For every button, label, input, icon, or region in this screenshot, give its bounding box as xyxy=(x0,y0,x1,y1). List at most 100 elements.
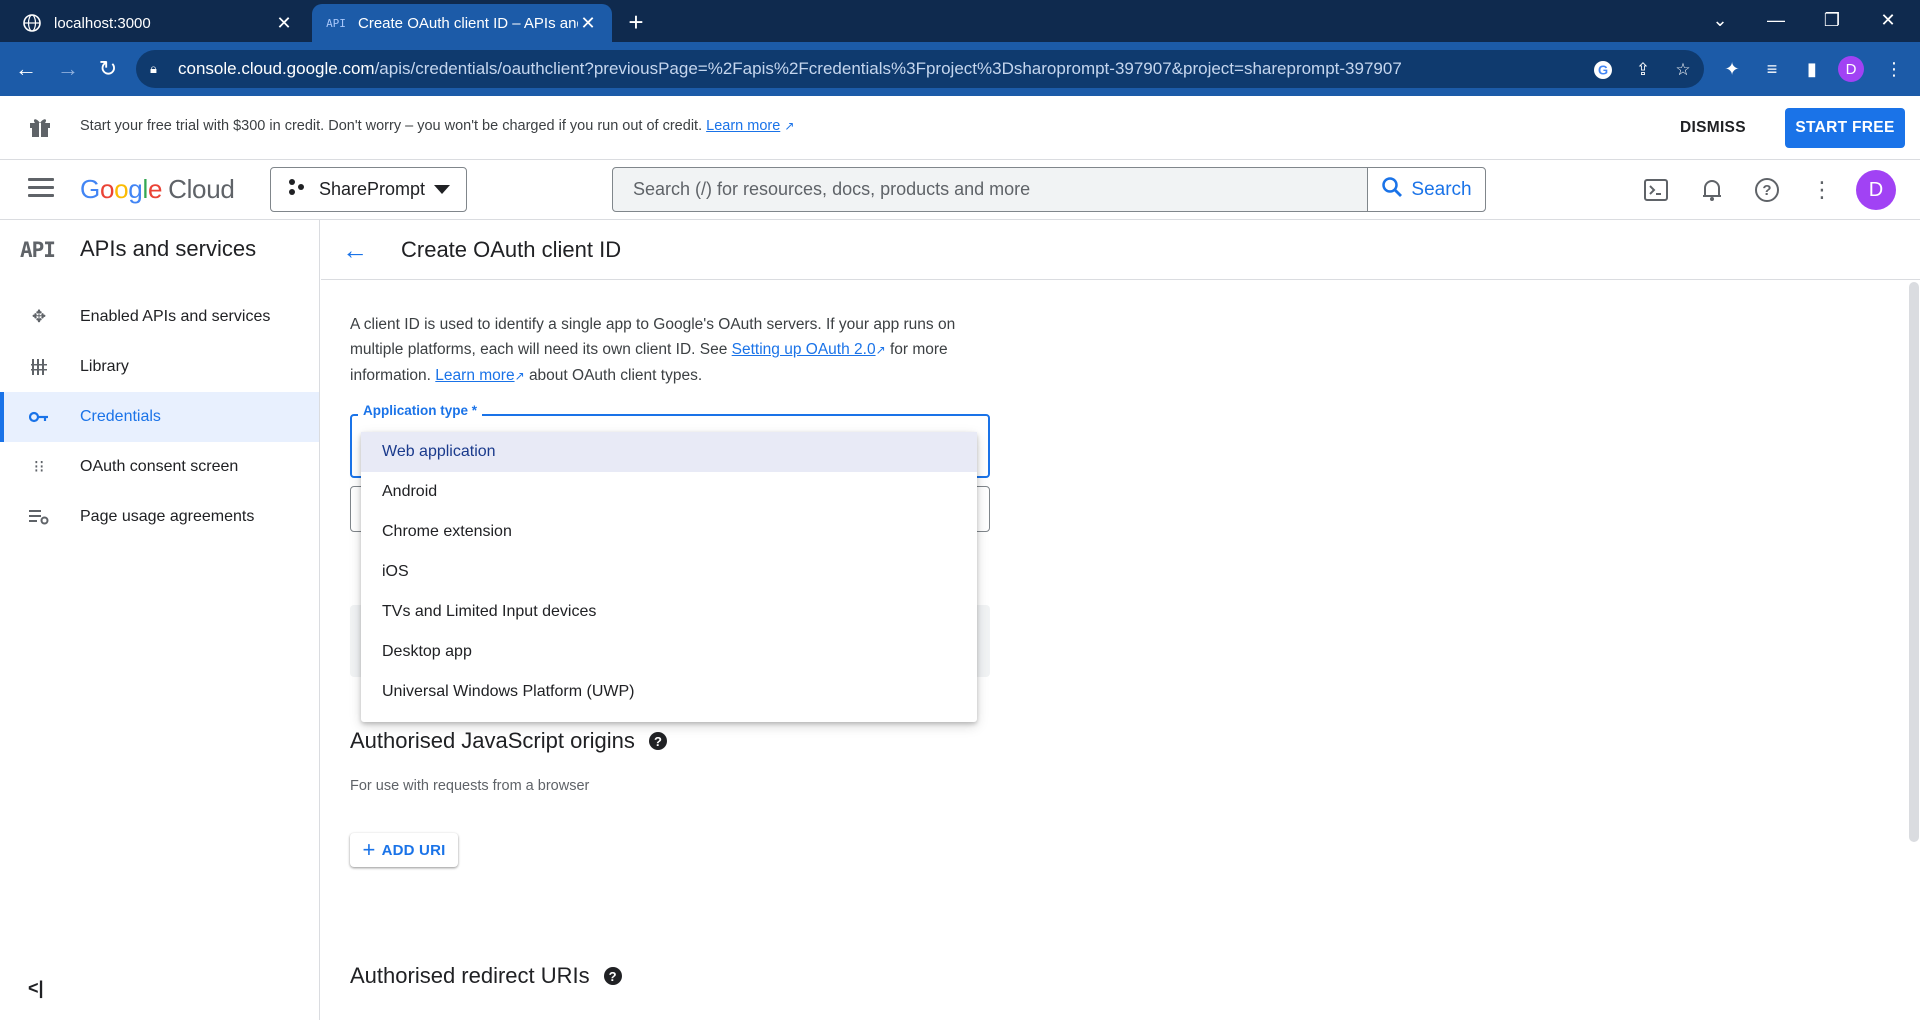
url-input[interactable]: 🔒︎ console.cloud.google.com/apis/credent… xyxy=(136,50,1704,88)
search-icon xyxy=(1381,176,1403,204)
more-options-icon[interactable]: ⋮ xyxy=(1808,176,1836,204)
js-origins-heading: Authorised JavaScript origins ? xyxy=(350,728,667,754)
sidebar-item-label: Page usage agreements xyxy=(80,508,255,525)
restore-icon[interactable]: ❐ xyxy=(1812,6,1852,34)
address-bar: ← → ↻ 🔒︎ console.cloud.google.com/apis/c… xyxy=(0,42,1920,96)
account-avatar[interactable]: D xyxy=(1856,170,1896,210)
tab-create-oauth[interactable]: API Create OAuth client ID – APIs and ✕ xyxy=(312,4,612,42)
consent-icon: ⁝⁝ xyxy=(33,457,45,476)
forward-icon[interactable]: → xyxy=(52,53,84,85)
search-bar: Search (/) for resources, docs, products… xyxy=(612,167,1486,212)
search-button-label: Search xyxy=(1411,178,1472,200)
side-panel-icon[interactable]: ▮ xyxy=(1798,55,1826,83)
learn-more-link[interactable]: Learn more xyxy=(435,367,514,384)
hub-icon: ✥ xyxy=(31,307,47,326)
option-web-application[interactable]: Web application xyxy=(361,432,977,472)
option-ios[interactable]: iOS xyxy=(361,552,977,592)
page-header: ← Create OAuth client ID xyxy=(321,220,1920,280)
svg-text:G: G xyxy=(1598,63,1608,78)
reload-icon[interactable]: ↻ xyxy=(92,53,124,85)
setting-up-oauth-link[interactable]: Setting up OAuth 2.0 xyxy=(732,341,876,358)
external-link-icon: ↗ xyxy=(784,119,795,133)
free-trial-banner: Start your free trial with $300 in credi… xyxy=(0,96,1920,160)
sidebar-item-label: Library xyxy=(80,358,129,375)
collapse-nav-icon[interactable]: <| xyxy=(28,978,44,999)
logo-cloud: Cloud xyxy=(168,174,235,204)
sidebar-item-enabled-apis[interactable]: ✥ Enabled APIs and services xyxy=(0,292,319,342)
menu-icon[interactable] xyxy=(28,178,54,202)
gift-icon xyxy=(28,115,52,139)
url-host: console.cloud.google.com xyxy=(178,59,375,78)
help-icon[interactable]: ? xyxy=(603,967,622,985)
intro-text-3: about OAuth client types. xyxy=(528,367,703,384)
settings-list-icon xyxy=(28,506,50,528)
add-uri-button[interactable]: + ADD URI xyxy=(350,833,458,867)
media-queue-icon[interactable]: ≡ xyxy=(1758,55,1786,83)
option-uwp[interactable]: Universal Windows Platform (UWP) xyxy=(361,672,977,712)
add-uri-label: ADD URI xyxy=(381,841,446,859)
api-icon: API xyxy=(326,16,346,30)
notifications-bell-icon[interactable] xyxy=(1698,176,1726,204)
sidebar-item-label: Credentials xyxy=(80,408,161,425)
browser-tab-bar: localhost:3000 ✕ API Create OAuth client… xyxy=(0,0,1920,42)
redirect-uris-title: Authorised redirect URIs xyxy=(350,963,590,988)
sidebar-item-oauth-consent[interactable]: ⁝⁝ OAuth consent screen xyxy=(0,442,319,492)
tab-title: Create OAuth client ID – APIs and xyxy=(358,14,578,32)
extensions-icon[interactable]: ✦ xyxy=(1718,55,1746,83)
dismiss-button[interactable]: DISMISS xyxy=(1680,114,1746,142)
plus-icon: + xyxy=(362,837,376,862)
help-icon[interactable]: ? xyxy=(648,732,667,750)
help-icon[interactable]: ? xyxy=(1753,176,1781,204)
svg-text:?: ? xyxy=(1762,182,1771,199)
new-tab-button[interactable]: + xyxy=(622,7,650,37)
option-tvs-limited-input[interactable]: TVs and Limited Input devices xyxy=(361,592,977,632)
external-link-icon: ↗ xyxy=(514,369,525,383)
globe-icon xyxy=(22,13,42,33)
project-name: SharePrompt xyxy=(319,179,426,199)
close-window-icon[interactable]: ✕ xyxy=(1868,6,1908,34)
banner-text: Start your free trial with $300 in credi… xyxy=(80,118,703,134)
tab-title: localhost:3000 xyxy=(54,14,151,32)
library-icon xyxy=(28,356,50,378)
scrollbar[interactable] xyxy=(1909,282,1919,842)
google-cloud-logo[interactable]: Google Cloud xyxy=(80,174,235,205)
js-origins-subtitle: For use with requests from a browser xyxy=(350,778,590,794)
sidebar-item-library[interactable]: Library xyxy=(0,342,319,392)
dropdown-arrow-icon xyxy=(434,185,450,194)
tab-search-icon[interactable]: ⌄ xyxy=(1700,6,1740,34)
cloud-shell-icon[interactable] xyxy=(1642,176,1670,204)
start-free-button[interactable]: START FREE xyxy=(1785,108,1905,148)
sidebar-item-label: OAuth consent screen xyxy=(80,458,239,475)
url-path: /apis/credentials/oauthclient?previousPa… xyxy=(374,59,1402,78)
redirect-uris-heading: Authorised redirect URIs ? xyxy=(350,963,622,989)
left-navigation: API APIs and services ✥ Enabled APIs and… xyxy=(0,220,320,1020)
browser-menu-icon[interactable]: ⋮ xyxy=(1880,55,1908,83)
profile-avatar[interactable]: D xyxy=(1838,56,1864,82)
tab-localhost[interactable]: localhost:3000 ✕ xyxy=(8,4,308,42)
search-input[interactable]: Search (/) for resources, docs, products… xyxy=(613,168,1367,211)
intro-paragraph: A client ID is used to identify a single… xyxy=(350,312,1010,389)
minimize-icon[interactable]: — xyxy=(1756,6,1796,34)
google-lens-icon[interactable]: G xyxy=(1592,59,1614,81)
bookmark-star-icon[interactable]: ☆ xyxy=(1672,59,1694,81)
share-icon[interactable]: ⇪ xyxy=(1632,59,1654,81)
option-android[interactable]: Android xyxy=(361,472,977,512)
option-chrome-extension[interactable]: Chrome extension xyxy=(361,512,977,552)
close-tab-icon[interactable]: ✕ xyxy=(274,13,294,33)
key-icon xyxy=(28,406,50,428)
sidebar-item-label: Enabled APIs and services xyxy=(80,308,271,325)
sidebar-item-credentials[interactable]: Credentials xyxy=(0,392,319,442)
external-link-icon: ↗ xyxy=(875,343,886,357)
project-picker[interactable]: SharePrompt xyxy=(270,167,467,212)
option-desktop-app[interactable]: Desktop app xyxy=(361,632,977,672)
api-logo-icon: API xyxy=(20,238,56,262)
back-arrow-icon[interactable]: ← xyxy=(341,235,369,265)
lock-icon: 🔒︎ xyxy=(150,61,157,76)
learn-more-link[interactable]: Learn more xyxy=(706,118,780,134)
application-type-label: Application type * xyxy=(358,403,483,418)
search-button[interactable]: Search xyxy=(1367,168,1485,211)
close-tab-icon[interactable]: ✕ xyxy=(578,13,598,33)
nav-title: APIs and services xyxy=(80,236,257,261)
sidebar-item-page-usage[interactable]: Page usage agreements xyxy=(0,492,319,542)
back-icon[interactable]: ← xyxy=(10,53,42,85)
